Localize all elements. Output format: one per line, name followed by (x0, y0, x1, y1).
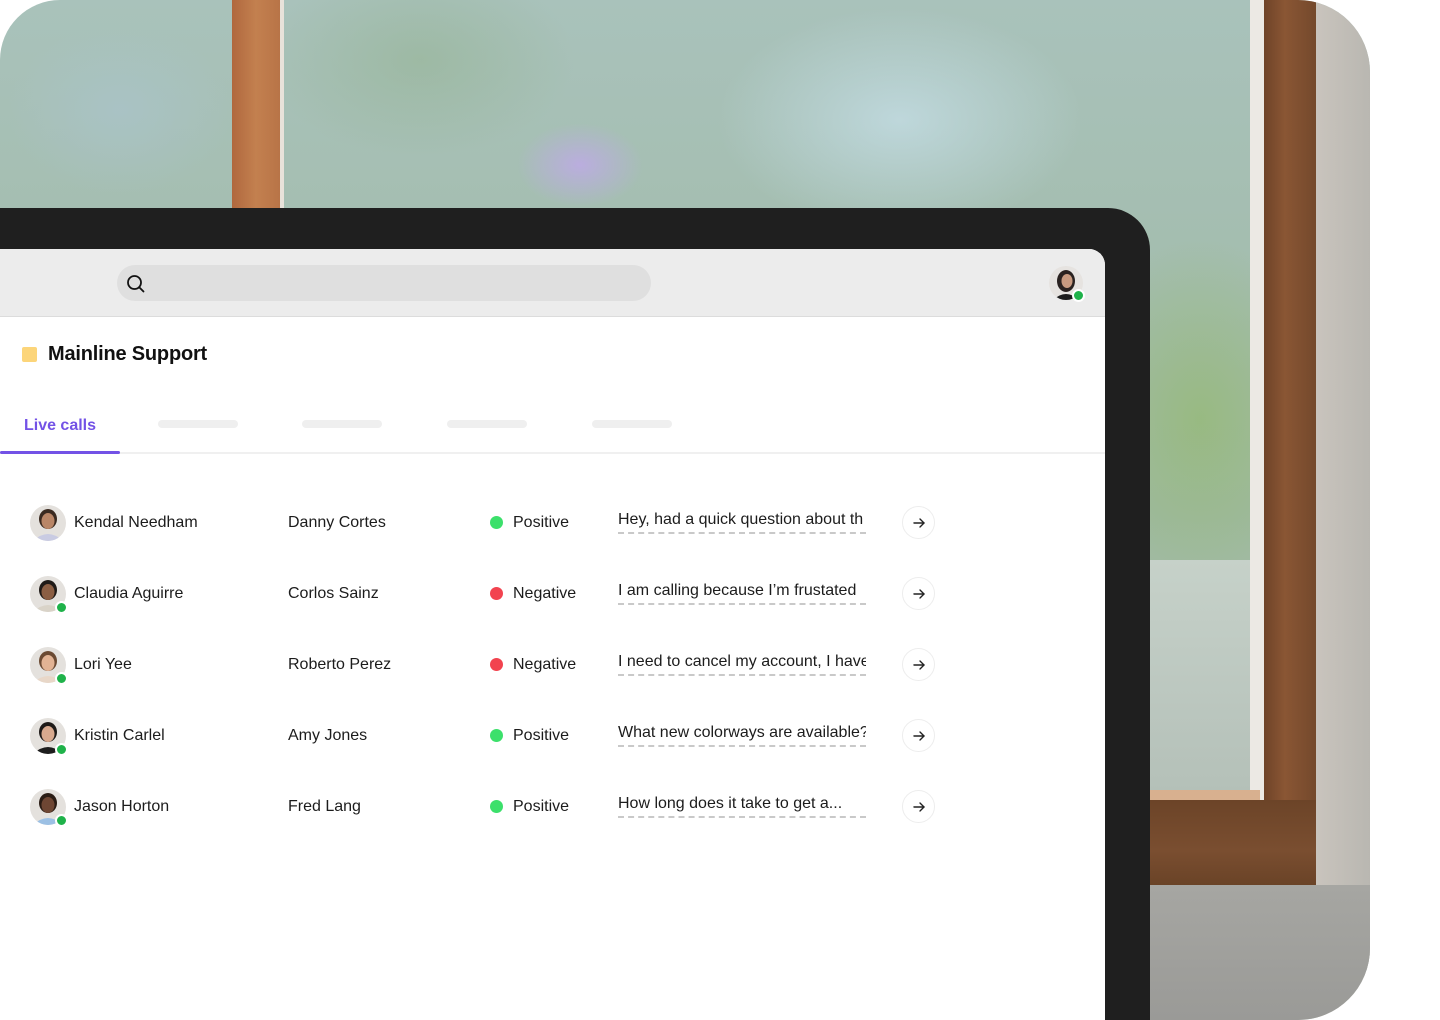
online-status-indicator (1072, 289, 1085, 302)
page-title: Mainline Support (48, 343, 208, 365)
customer-name: Danny Cortes (288, 513, 386, 531)
transcript-snippet[interactable]: I am calling because I’m frustated (618, 582, 866, 605)
online-status-indicator (55, 742, 68, 756)
avatar-photo (30, 504, 66, 541)
user-avatar[interactable] (1049, 266, 1085, 302)
customer-name: Corlos Sainz (288, 584, 379, 602)
sentiment-cell: Positive (490, 727, 569, 745)
open-call-button[interactable] (902, 648, 935, 681)
sentiment-label: Negative (513, 584, 577, 602)
transcript-snippet[interactable]: I need to cancel my account, I have (618, 653, 866, 676)
online-status-indicator (55, 600, 68, 614)
customer-name: Fred Lang (288, 797, 361, 815)
agent-cell: Jason Horton (30, 788, 170, 827)
agent-name: Kendal Needham (74, 513, 198, 531)
live-calls-list: Kendal Needham Danny Cortes Positive Hey… (0, 487, 1105, 842)
background-window-frame (1264, 0, 1316, 885)
arrow-right-icon (912, 730, 925, 741)
agent-name: Kristin Carlel (74, 726, 165, 744)
agent-cell: Kendal Needham (30, 504, 198, 541)
tab-bar: Live calls (0, 399, 1105, 454)
agent-cell: Kristin Carlel (30, 717, 165, 756)
sentiment-cell: Positive (490, 514, 569, 532)
app-screen: Mainline Support Live calls Kendal Needh… (0, 249, 1105, 1020)
agent-avatar (30, 575, 68, 614)
search-input[interactable] (157, 265, 641, 303)
arrow-right-icon (912, 659, 925, 670)
sentiment-cell: Negative (490, 585, 576, 603)
sentiment-dot-icon (490, 658, 503, 671)
open-call-button[interactable] (902, 577, 935, 610)
page-header: Mainline Support (22, 343, 207, 366)
sentiment-label: Positive (513, 797, 570, 815)
background-window-glass (1150, 560, 1260, 795)
background-window-sill (1150, 800, 1316, 885)
sentiment-label: Positive (513, 726, 570, 744)
search-icon (127, 275, 145, 293)
tab-live-calls-label: Live calls (23, 416, 97, 434)
call-row: Kristin Carlel Amy Jones Positive What n… (0, 700, 1105, 771)
arrow-right-icon (912, 517, 925, 528)
top-bar (0, 249, 1105, 317)
agent-avatar (30, 504, 66, 541)
customer-name: Amy Jones (288, 726, 368, 744)
search-bar[interactable] (117, 265, 651, 303)
call-row: Lori Yee Roberto Perez Negative I need t… (0, 629, 1105, 700)
tab-placeholder[interactable] (158, 420, 238, 428)
queue-color-swatch (22, 347, 37, 362)
sentiment-label: Positive (513, 513, 570, 531)
sentiment-label: Negative (513, 655, 577, 673)
tab-placeholder[interactable] (447, 420, 527, 428)
background-wall-lower (1150, 885, 1370, 1020)
online-status-indicator (55, 813, 68, 827)
transcript-snippet[interactable]: How long does it take to get a... (618, 795, 866, 818)
sentiment-dot-icon (490, 587, 503, 600)
tab-placeholder[interactable] (592, 420, 672, 428)
background-window-post (232, 0, 284, 210)
open-call-button[interactable] (902, 790, 935, 823)
agent-name: Jason Horton (74, 797, 170, 815)
background-wall (1316, 0, 1370, 1020)
sentiment-dot-icon (490, 729, 503, 742)
call-row: Claudia Aguirre Corlos Sainz Negative I … (0, 558, 1105, 629)
open-call-button[interactable] (902, 506, 935, 539)
arrow-right-icon (912, 801, 925, 812)
arrow-right-icon (912, 588, 925, 599)
call-row: Kendal Needham Danny Cortes Positive Hey… (0, 487, 1105, 558)
sentiment-dot-icon (490, 516, 503, 529)
sentiment-cell: Negative (490, 656, 576, 674)
agent-cell: Lori Yee (30, 646, 132, 685)
agent-avatar (30, 788, 68, 827)
online-status-indicator (55, 671, 68, 685)
sentiment-cell: Positive (490, 798, 569, 816)
transcript-snippet[interactable]: Hey, had a quick question about th (618, 511, 866, 534)
call-row: Jason Horton Fred Lang Positive How long… (0, 771, 1105, 842)
agent-name: Lori Yee (74, 655, 132, 673)
transcript-snippet[interactable]: What new colorways are available? (618, 724, 866, 747)
sentiment-dot-icon (490, 800, 503, 813)
agent-avatar (30, 717, 68, 756)
customer-name: Roberto Perez (288, 655, 392, 673)
agent-avatar (30, 646, 68, 685)
tab-placeholder[interactable] (302, 420, 382, 428)
agent-cell: Claudia Aguirre (30, 575, 184, 614)
tab-live-calls[interactable]: Live calls (0, 399, 120, 454)
agent-name: Claudia Aguirre (74, 584, 184, 602)
open-call-button[interactable] (902, 719, 935, 752)
